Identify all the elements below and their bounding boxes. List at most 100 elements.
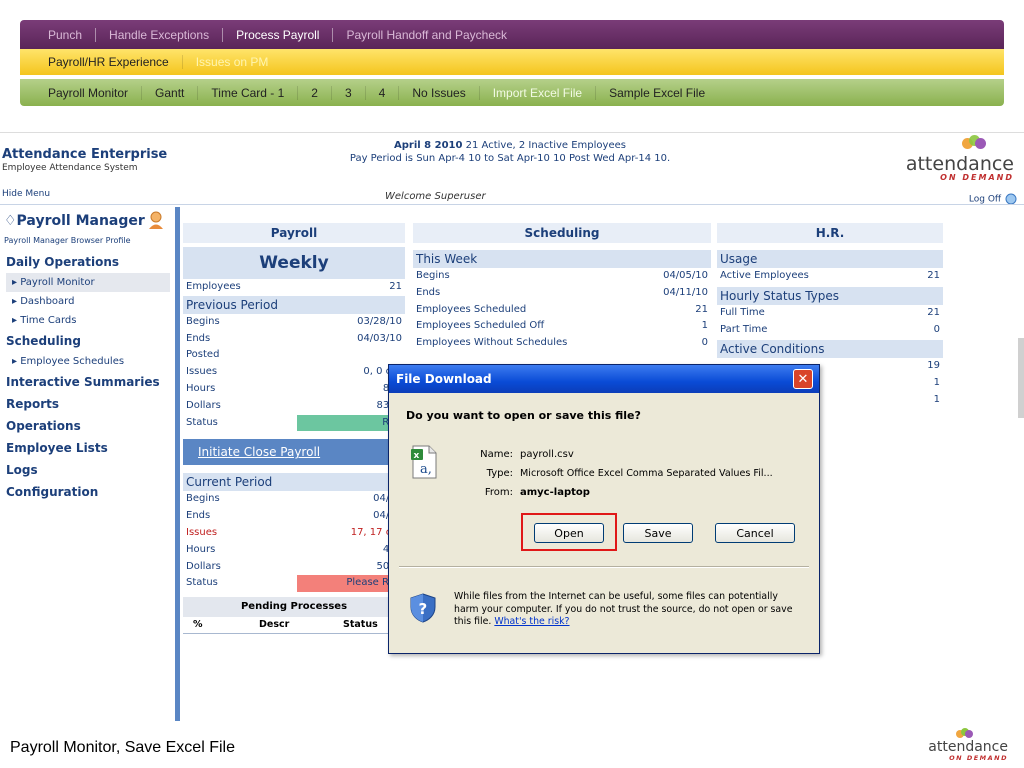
pending-col-descr: Descr <box>259 619 290 631</box>
sidebar-item-scheduling[interactable]: Scheduling <box>6 330 170 352</box>
hourly-status-label-part-time: Part Time <box>720 323 768 335</box>
schedule-row: Employees Scheduled Off 1 <box>413 318 711 335</box>
nav-item-payroll-handoff-and-paycheck[interactable]: Payroll Handoff and Paycheck <box>333 28 520 42</box>
sidebar-item-daily-operations[interactable]: Daily Operations <box>6 251 170 273</box>
initiate-close-payroll-button[interactable]: Initiate Close Payroll <box>183 439 405 466</box>
sidebar-item-configuration[interactable]: Configuration <box>6 481 170 503</box>
curr-period-row: Dollars5098 <box>183 559 405 576</box>
prev-period-label-begins: Begins <box>186 315 220 327</box>
svg-text:x: x <box>414 451 420 461</box>
svg-text:a,: a, <box>420 462 432 477</box>
weekly-heading: Weekly <box>183 247 405 279</box>
hourly-status-value-full-time: 21 <box>927 306 940 318</box>
header-info: April 8 2010 21 Active, 2 Inactive Emplo… <box>300 139 720 165</box>
type-value: Microsoft Office Excel Comma Separated V… <box>520 468 773 479</box>
active-condition-value: 1 <box>933 393 940 405</box>
prev-period-label-dollars: Dollars <box>186 399 221 411</box>
dialog-close-button[interactable]: ✕ <box>793 369 813 389</box>
curr-period-label-hours: Hours <box>186 543 216 555</box>
hourly-status-label-full-time: Full Time <box>720 306 765 318</box>
hourly-status-row: Full Time 21 <box>717 305 943 322</box>
security-shield-icon: ? <box>410 593 436 623</box>
schedule-label-ends: Ends <box>416 286 441 298</box>
open-button[interactable]: Open <box>534 523 604 543</box>
curr-period-label-issues: Issues <box>186 526 218 538</box>
slide-caption: Payroll Monitor, Save Excel File <box>10 739 235 756</box>
close-icon: ✕ <box>797 372 809 387</box>
curr-period-label-begins: Begins <box>186 493 220 505</box>
scheduling-rows: Begins 04/05/10 Ends 04/11/10 Employees Sche… <box>413 268 711 352</box>
employees-value: 21 <box>389 281 402 292</box>
sidebar-item-reports[interactable]: Reports <box>6 393 170 415</box>
cancel-button[interactable]: Cancel <box>715 523 795 543</box>
prev-period-row: Hours804 <box>183 381 405 398</box>
employees-label: Employees <box>186 281 241 292</box>
hourly-status-heading: Hourly Status Types <box>717 286 943 305</box>
nav-item-issues-on-pm[interactable]: Issues on PM <box>183 55 282 69</box>
nav-item-4[interactable]: 4 <box>366 86 399 100</box>
schedule-label-employees-without-schedules: Employees Without Schedules <box>416 337 568 349</box>
pending-col-percent: % <box>193 619 203 631</box>
file-download-dialog: File Download ✕ Do you want to open or s… <box>388 364 820 654</box>
curr-period-label-dollars: Dollars <box>186 560 221 572</box>
dialog-title: File Download <box>389 365 819 393</box>
schedule-value-employees-scheduled-off: 1 <box>701 320 708 332</box>
nav-item-import-excel-file[interactable]: Import Excel File <box>480 86 595 100</box>
nav-item-payroll-hr-experience[interactable]: Payroll/HR Experience <box>48 55 182 69</box>
sidebar: ♢Payroll Manager Payroll Manager Browser… <box>0 207 180 721</box>
this-week-heading: This Week <box>413 250 711 268</box>
scheduling-panel: This Week Begins 04/05/10 Ends 04/11/10 Empl… <box>413 250 711 352</box>
curr-period-row: Begins04/04 <box>183 491 405 508</box>
logo-bubbles-icon <box>962 135 986 151</box>
dialog-question: Do you want to open or save this file? <box>406 409 641 422</box>
sidebar-item-dashboard[interactable]: ▸ Dashboard <box>6 292 170 311</box>
nav-item-no-issues[interactable]: No Issues <box>399 86 478 100</box>
prev-period-label-ends: Ends <box>186 332 211 344</box>
prev-period-row: Begins 03/28/10 <box>183 314 405 331</box>
type-label: Type: <box>486 468 513 479</box>
previous-period-rows: Begins 03/28/10 Ends 04/03/10 Posted Issues 0,… <box>183 314 405 415</box>
initiate-close-payroll-label: Initiate Close Payroll <box>198 445 321 460</box>
svg-text:?: ? <box>419 600 428 618</box>
scheduling-column-header: Scheduling <box>413 223 711 243</box>
active-employees-value: 21 <box>927 270 940 281</box>
profile-subtitle: Payroll Manager Browser Profile <box>4 236 131 245</box>
page-scrollbar[interactable] <box>1018 338 1024 418</box>
active-conditions-heading: Active Conditions <box>717 340 943 359</box>
profile-title[interactable]: ♢Payroll Manager <box>4 213 145 229</box>
log-off-label: Log Off <box>968 194 1002 205</box>
save-button[interactable]: Save <box>623 523 693 543</box>
hourly-status-rows: Full Time 21 Part Time 0 <box>717 305 943 339</box>
nav-item-process-payroll[interactable]: Process Payroll <box>223 28 332 42</box>
prev-period-label-hours: Hours <box>186 382 216 394</box>
nav-item-3[interactable]: 3 <box>332 86 365 100</box>
header-pay-period: Pay Period is Sun Apr-4 10 to Sat Apr-10… <box>349 153 671 164</box>
nav-item-2[interactable]: 2 <box>298 86 331 100</box>
nav-item-time-card-1[interactable]: Time Card - 1 <box>198 86 297 100</box>
sidebar-item-logs[interactable]: Logs <box>6 459 170 481</box>
nav-item-punch[interactable]: Punch <box>48 28 95 42</box>
whats-the-risk-link[interactable]: What's the risk? <box>494 616 569 627</box>
nav-item-gantt[interactable]: Gantt <box>142 86 197 100</box>
brand-subtitle: Employee Attendance System <box>2 163 138 173</box>
sidebar-item-employee-schedules[interactable]: ▸ Employee Schedules <box>6 352 170 371</box>
dialog-divider <box>399 566 809 568</box>
schedule-row: Ends 04/11/10 <box>413 285 711 302</box>
sidebar-item-employee-lists[interactable]: Employee Lists <box>6 437 170 459</box>
curr-period-label-ends: Ends <box>186 510 211 522</box>
sidebar-item-payroll-monitor[interactable]: ▸ Payroll Monitor <box>6 273 170 292</box>
prev-period-row: Dollars8332 <box>183 398 405 415</box>
sidebar-item-interactive-summaries[interactable]: Interactive Summaries <box>6 371 170 393</box>
nav-item-sample-excel-file[interactable]: Sample Excel File <box>596 86 718 100</box>
sidebar-item-time-cards[interactable]: ▸ Time Cards <box>6 311 170 330</box>
nav-item-payroll-monitor[interactable]: Payroll Monitor <box>48 86 141 100</box>
active-condition-value: 19 <box>927 360 940 372</box>
sidebar-item-operations[interactable]: Operations <box>6 415 170 437</box>
attendance-logo: attendance ON DEMAND <box>904 135 1014 182</box>
footer-wordmark: attendance <box>928 739 1008 755</box>
nav-item-handle-exceptions[interactable]: Handle Exceptions <box>96 28 222 42</box>
hide-menu-link[interactable]: Hide Menu <box>2 189 50 199</box>
brand-title: Attendance Enterprise <box>2 147 168 162</box>
sidebar-menu: Daily Operations ▸ Payroll Monitor ▸ Dashb… <box>6 251 170 503</box>
prev-period-value-begins: 03/28/10 <box>357 315 402 327</box>
